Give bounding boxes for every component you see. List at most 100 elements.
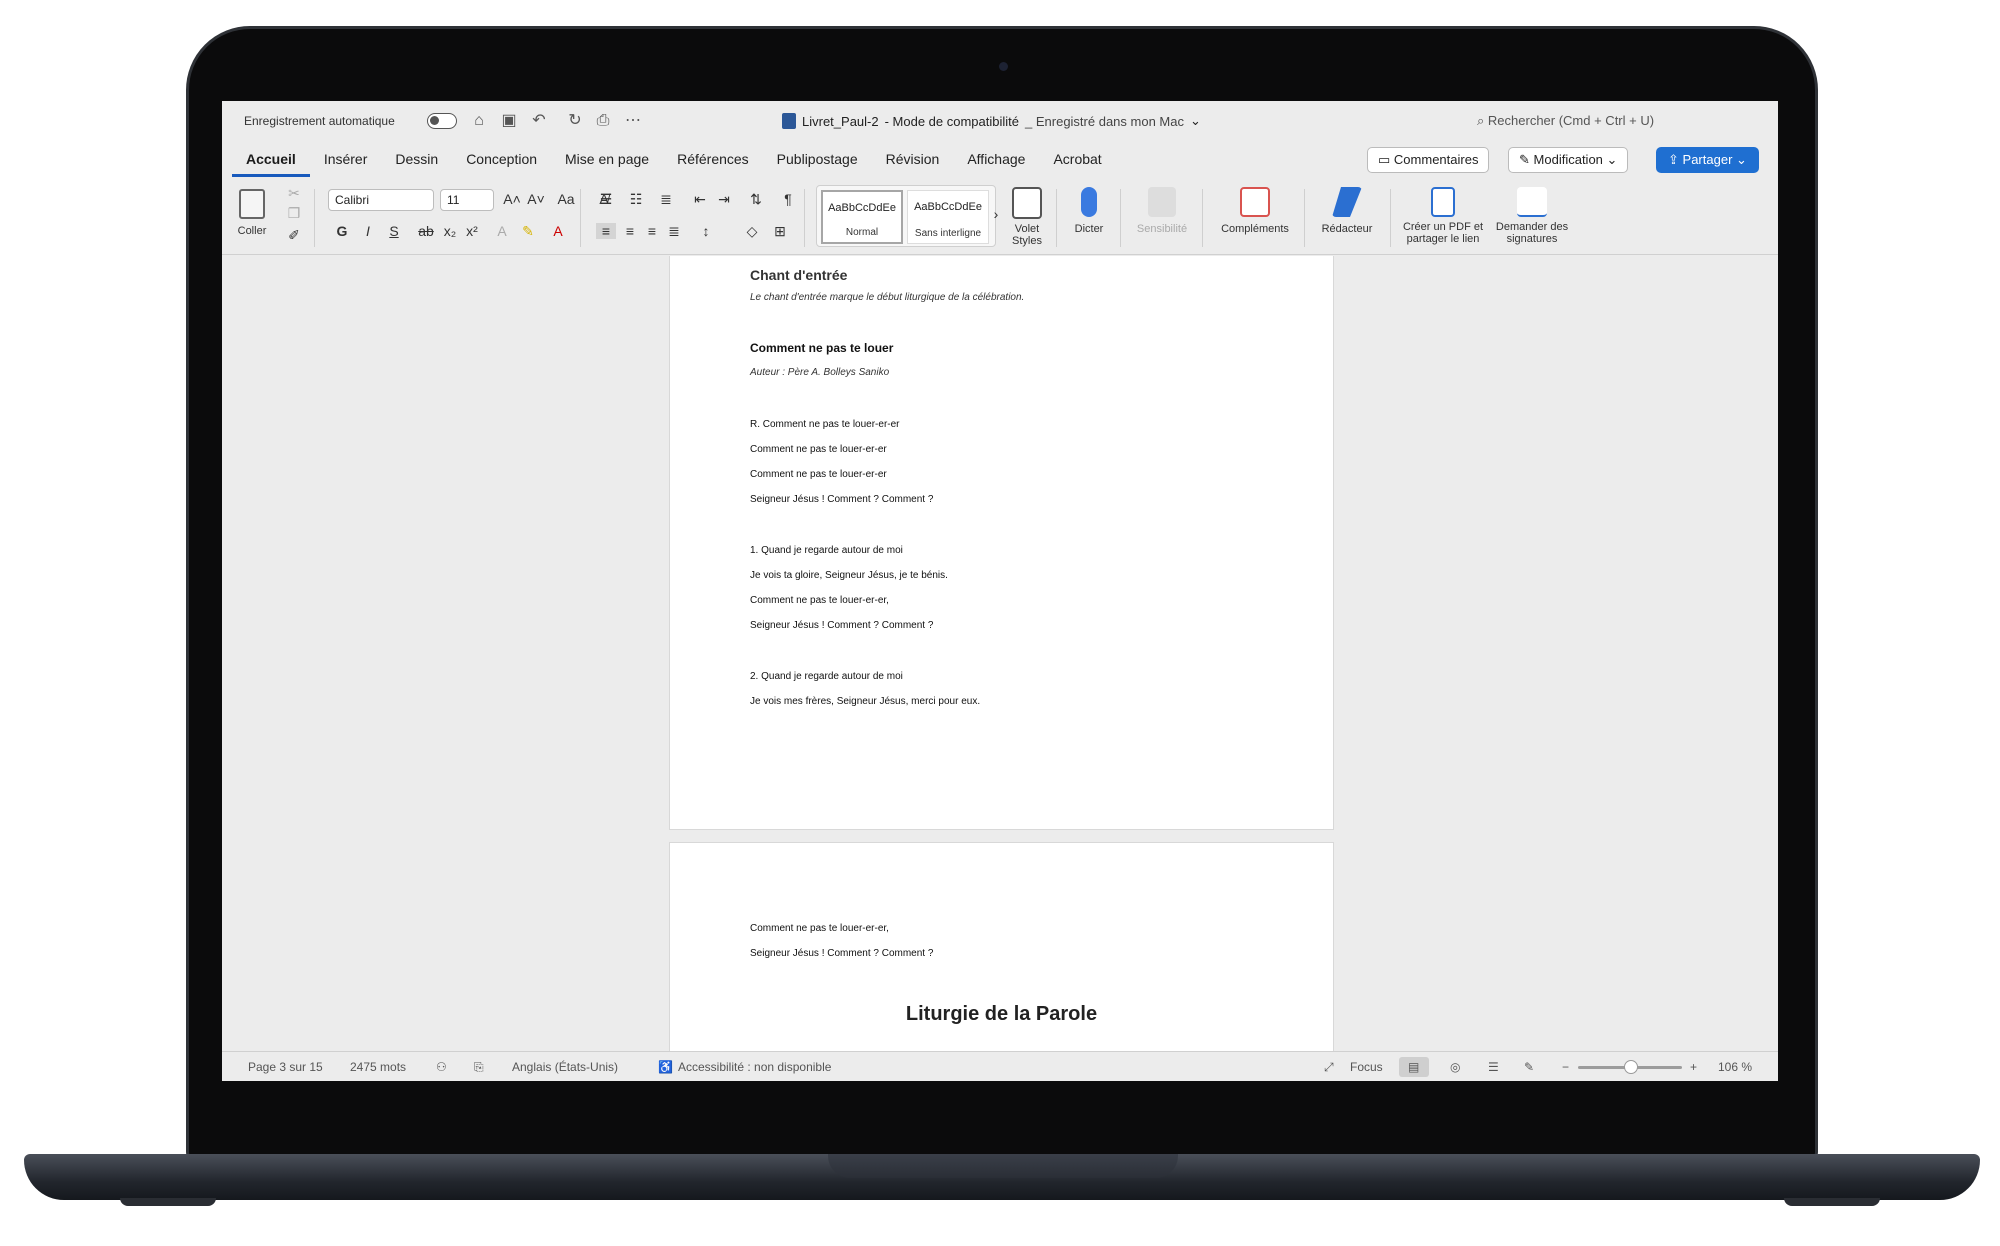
font-name-value: Calibri [335, 193, 370, 207]
camera [999, 62, 1008, 71]
tab-conception[interactable]: Conception [452, 149, 551, 177]
section-heading: Liturgie de la Parole [905, 1003, 1098, 1025]
page[interactable]: Chant d'entrée Le chant d'entrée marque … [669, 256, 1334, 830]
font-name-select[interactable]: Calibri [328, 189, 434, 211]
sort-icon[interactable]: ⇅ [746, 191, 766, 208]
tab-accueil[interactable]: Accueil [232, 149, 310, 177]
tab-mise-en-page[interactable]: Mise en page [551, 149, 663, 177]
tab-revision[interactable]: Révision [872, 149, 954, 177]
align-center-icon[interactable]: ≡ [620, 223, 640, 239]
font-color-icon[interactable]: A [548, 223, 568, 239]
create-pdf-button[interactable]: Créer un PDF et partager le lien [1398, 187, 1488, 245]
format-painter-icon[interactable]: ✐ [284, 227, 304, 244]
bold-button[interactable]: G [332, 223, 352, 239]
align-right-icon[interactable]: ≡ [642, 223, 662, 239]
comments-button[interactable]: ▭ Commentaires [1367, 147, 1490, 173]
decrease-indent-icon[interactable]: ⇤ [690, 191, 710, 208]
italic-button[interactable]: I [358, 223, 378, 239]
word-doc-icon [782, 113, 796, 129]
editor-button[interactable]: Rédacteur [1312, 187, 1382, 235]
tab-affichage[interactable]: Affichage [953, 149, 1039, 177]
document-title[interactable]: Livret_Paul-2 - Mode de compatibilité _ … [782, 113, 1201, 129]
lyric-line: 2. Quand je regarde autour de moi [750, 671, 903, 682]
chevron-right-icon[interactable]: › [991, 206, 1001, 222]
font-size-select[interactable]: 11 [440, 189, 494, 211]
tab-references[interactable]: Références [663, 149, 763, 177]
dictate-button[interactable]: Dicter [1064, 187, 1114, 235]
redo-icon[interactable]: ↻ [565, 111, 585, 131]
cut-icon[interactable]: ✂ [284, 185, 304, 202]
more-icon[interactable]: ⋯ [623, 111, 643, 131]
autosave-toggle[interactable] [427, 113, 457, 129]
separator [804, 189, 805, 247]
zoom-slider-thumb[interactable] [1624, 1060, 1638, 1074]
draft-view-icon[interactable]: ✎ [1524, 1060, 1534, 1074]
outline-view-icon[interactable]: ☰ [1488, 1060, 1499, 1074]
highlight-icon[interactable]: ✎ [518, 223, 538, 240]
grow-font-icon[interactable]: A˄ [502, 191, 522, 207]
tab-dessin[interactable]: Dessin [381, 149, 452, 177]
language-status[interactable]: Anglais (États-Unis) [512, 1060, 618, 1074]
style-normal[interactable]: AaBbCcDdEe Normal [821, 190, 903, 244]
pilcrow-icon[interactable]: ¶ [778, 191, 798, 207]
shading-icon[interactable]: ◇ [742, 223, 762, 240]
shrink-font-icon[interactable]: A˅ [526, 191, 546, 207]
home-icon[interactable]: ⌂ [469, 111, 489, 131]
tab-acrobat[interactable]: Acrobat [1039, 149, 1115, 177]
increase-indent-icon[interactable]: ⇥ [714, 191, 734, 208]
request-signatures-button[interactable]: Demander des signatures [1492, 187, 1572, 245]
web-layout-icon[interactable]: ◎ [1450, 1060, 1460, 1074]
undo-icon[interactable]: ↶ [529, 111, 549, 131]
addins-button[interactable]: Compléments [1212, 187, 1298, 235]
laptop-foot-left [120, 1198, 216, 1206]
search-box[interactable]: ⌕ Rechercher (Cmd + Ctrl + U) [1477, 113, 1654, 129]
focus-label[interactable]: Focus [1350, 1060, 1383, 1074]
request-signatures-label: Demander des signatures [1495, 221, 1569, 245]
underline-button[interactable]: S [384, 223, 404, 239]
proofing-icon[interactable]: ⎘ [474, 1060, 484, 1075]
document-area[interactable]: Chant d'entrée Le chant d'entrée marque … [222, 256, 1778, 1051]
line-spacing-icon[interactable]: ↕ [696, 223, 716, 239]
tab-inserer[interactable]: Insérer [310, 149, 382, 177]
page[interactable]: Comment ne pas te louer-er-er, Seigneur … [669, 842, 1334, 1051]
word-window: Enregistrement automatique ⌂ ▣ ↶ ↻ ⎙ ⋯ L… [222, 101, 1778, 1081]
lyric-line: Comment ne pas te louer-er-er [750, 444, 887, 455]
numbering-icon[interactable]: ☷ [626, 191, 646, 208]
change-case-icon[interactable]: Aa [556, 191, 576, 207]
strikethrough-icon[interactable]: ab [416, 223, 436, 239]
focus-icon[interactable]: ⤢ [1324, 1060, 1334, 1075]
bullets-icon[interactable]: ☰ [596, 191, 616, 208]
separator [314, 189, 315, 247]
subscript-icon[interactable]: x₂ [440, 223, 460, 239]
lyric-line: Comment ne pas te louer-er-er, [750, 923, 889, 934]
paste-button[interactable]: Coller [234, 189, 270, 237]
lyric-line: Seigneur Jésus ! Comment ? Comment ? [750, 620, 934, 631]
styles-pane-button[interactable]: Volet Styles [1002, 187, 1052, 247]
borders-icon[interactable]: ⊞ [770, 223, 790, 240]
align-left-icon[interactable]: ≡ [596, 223, 616, 239]
style-sans-interligne[interactable]: AaBbCcDdEe Sans interligne [907, 190, 989, 244]
track-changes-icon[interactable]: ⚇ [436, 1060, 447, 1074]
zoom-out-icon[interactable]: − [1562, 1060, 1569, 1074]
editing-mode-button[interactable]: ✎ Modification ⌄ [1508, 147, 1629, 173]
print-icon[interactable]: ⎙ [593, 111, 613, 131]
print-layout-icon: ▤ [1408, 1060, 1420, 1074]
copy-icon[interactable]: ❐ [284, 205, 304, 222]
justify-icon[interactable]: ≣ [664, 223, 684, 240]
lyric-line: Seigneur Jésus ! Comment ? Comment ? [750, 948, 934, 959]
text-effects-icon[interactable]: A [492, 223, 512, 239]
multilevel-list-icon[interactable]: ≣ [656, 191, 676, 208]
share-button[interactable]: ⇪ Partager ⌄ [1656, 147, 1759, 173]
zoom-in-icon[interactable]: + [1690, 1060, 1697, 1074]
page-count[interactable]: Page 3 sur 15 [248, 1060, 323, 1074]
chevron-down-icon: ⌄ [1736, 152, 1747, 167]
font-size-value: 11 [447, 193, 460, 207]
accessibility-status[interactable]: Accessibilité : non disponible [678, 1060, 831, 1074]
word-count[interactable]: 2475 mots [350, 1060, 406, 1074]
save-icon[interactable]: ▣ [499, 111, 519, 131]
sensitivity-button[interactable]: Sensibilité [1128, 187, 1196, 235]
zoom-level[interactable]: 106 % [1718, 1060, 1752, 1074]
doc-saved: _ Enregistré dans mon Mac [1025, 113, 1184, 129]
superscript-icon[interactable]: x² [462, 223, 482, 239]
tab-publipostage[interactable]: Publipostage [763, 149, 872, 177]
